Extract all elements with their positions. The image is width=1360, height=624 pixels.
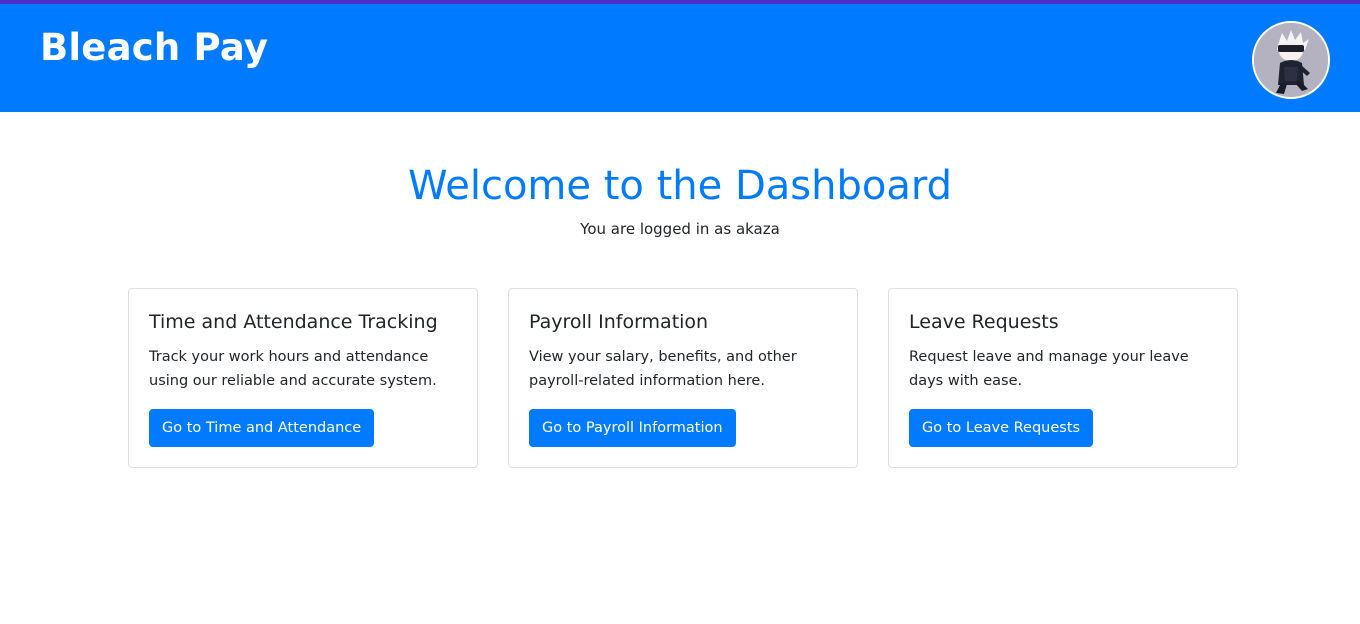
card-description: Track your work hours and attendance usi…: [149, 349, 437, 389]
brand-title[interactable]: Bleach Pay: [40, 26, 268, 70]
card-leave-requests: Leave Requests Request leave and manage …: [888, 288, 1238, 468]
card-title: Payroll Information: [529, 311, 709, 333]
avatar-illustration: [1254, 23, 1328, 97]
card-title: Leave Requests: [909, 311, 1059, 333]
card-title: Time and Attendance Tracking: [149, 311, 438, 333]
go-to-payroll-information-button[interactable]: Go to Payroll Information: [529, 409, 736, 447]
dashboard-main: Welcome to the Dashboard You are logged …: [0, 112, 1360, 624]
user-avatar-icon[interactable]: [1252, 21, 1330, 99]
go-to-leave-requests-button[interactable]: Go to Leave Requests: [909, 409, 1094, 447]
card-description: Request leave and manage your leave days…: [909, 349, 1189, 389]
page-title: Welcome to the Dashboard: [408, 163, 952, 209]
navbar: Bleach Pay: [0, 4, 1360, 112]
card-description: View your salary, benefits, and other pa…: [529, 349, 797, 389]
card-payroll-information: Payroll Information View your salary, be…: [508, 288, 858, 468]
logged-in-status: You are logged in as akaza: [580, 220, 780, 238]
card-time-attendance: Time and Attendance Tracking Track your …: [128, 288, 478, 468]
go-to-time-attendance-button[interactable]: Go to Time and Attendance: [149, 409, 375, 447]
